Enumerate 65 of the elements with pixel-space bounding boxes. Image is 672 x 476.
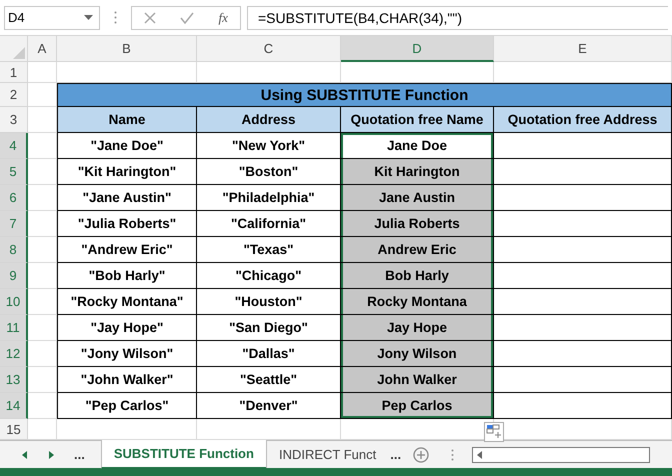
row-header[interactable]: 3 <box>0 107 28 133</box>
table-cell: Andrew Eric <box>341 237 494 263</box>
row-header[interactable]: 10 <box>0 289 28 315</box>
table-cell: Jay Hope <box>341 315 494 341</box>
table-cell: "Jane Austin" <box>57 185 197 211</box>
table-cell: Kit Harington <box>341 159 494 185</box>
row-header[interactable]: 11 <box>0 315 28 341</box>
scroll-left-icon[interactable] <box>22 450 27 458</box>
row-header[interactable]: 7 <box>0 211 28 237</box>
scroll-right-icon[interactable] <box>49 450 54 458</box>
table-cell: "John Walker" <box>57 367 197 393</box>
more-options-icon[interactable] <box>114 11 117 24</box>
table-cell: "Rocky Montana" <box>57 289 197 315</box>
table-cell: "Jony Wilson" <box>57 341 197 367</box>
cancel-icon[interactable] <box>144 12 156 24</box>
check-icon[interactable] <box>180 12 194 24</box>
row-header[interactable]: 12 <box>0 341 28 367</box>
table-cell: Rocky Montana <box>341 289 494 315</box>
row-header[interactable]: 14 <box>0 393 28 419</box>
column-header[interactable]: B <box>57 36 197 62</box>
table-cell: Julia Roberts <box>341 211 494 237</box>
table-cell: "Julia Roberts" <box>57 211 197 237</box>
row-header[interactable]: 8 <box>0 237 28 263</box>
table-cell: "Jane Doe" <box>57 133 197 159</box>
row-header[interactable]: 15 <box>0 419 28 440</box>
quick-analysis-icon[interactable] <box>484 422 504 442</box>
column-heading: Name <box>57 107 197 133</box>
column-heading: Quotation free Address <box>494 107 672 133</box>
table-cell: Pep Carlos <box>341 393 494 419</box>
column-header[interactable]: D <box>341 36 494 62</box>
row-header[interactable]: 13 <box>0 367 28 393</box>
row-header[interactable]: 2 <box>0 83 28 107</box>
splitter-handle-icon[interactable] <box>451 448 454 460</box>
column-header[interactable]: A <box>28 36 57 62</box>
horizontal-scrollbar[interactable] <box>472 446 650 462</box>
more-sheets-button[interactable]: ... <box>390 447 402 462</box>
formula-field[interactable]: =SUBSTITUTE(B4,CHAR(34),"") <box>247 6 668 30</box>
column-header[interactable]: E <box>494 36 672 62</box>
table-cell: Jony Wilson <box>341 341 494 367</box>
row-header[interactable]: 1 <box>0 62 28 83</box>
table-cell: "Jay Hope" <box>57 315 197 341</box>
table-cell: "Andrew Eric" <box>57 237 197 263</box>
table-cell: Jane Doe <box>341 133 494 159</box>
row-header[interactable]: 4 <box>0 133 28 159</box>
table-title: Using SUBSTITUTE Function <box>57 83 672 107</box>
insert-function-button[interactable]: fx <box>218 10 228 26</box>
table-cell: Bob Harly <box>341 263 494 289</box>
table-cell: John Walker <box>341 367 494 393</box>
more-sheets-button[interactable]: ... <box>74 447 85 462</box>
dropdown-caret-icon <box>84 15 93 20</box>
column-heading: Address <box>197 107 341 133</box>
table-cell: Jane Austin <box>341 185 494 211</box>
corner-triangle-icon <box>13 47 25 59</box>
scroll-left-arrow-icon[interactable] <box>477 450 482 458</box>
row-header[interactable]: 9 <box>0 263 28 289</box>
column-heading: Quotation free Name <box>341 107 494 133</box>
table-cell: "Bob Harly" <box>57 263 197 289</box>
column-header[interactable]: C <box>197 36 341 62</box>
add-sheet-icon[interactable] <box>413 446 430 462</box>
table-cell: "Pep Carlos" <box>57 393 197 419</box>
sheet-tab[interactable]: SUBSTITUTE Function <box>100 440 266 468</box>
table-cell: "Kit Harington" <box>57 159 197 185</box>
name-box[interactable]: D4 <box>4 6 100 30</box>
row-header[interactable]: 6 <box>0 185 28 211</box>
row-header[interactable]: 5 <box>0 159 28 185</box>
